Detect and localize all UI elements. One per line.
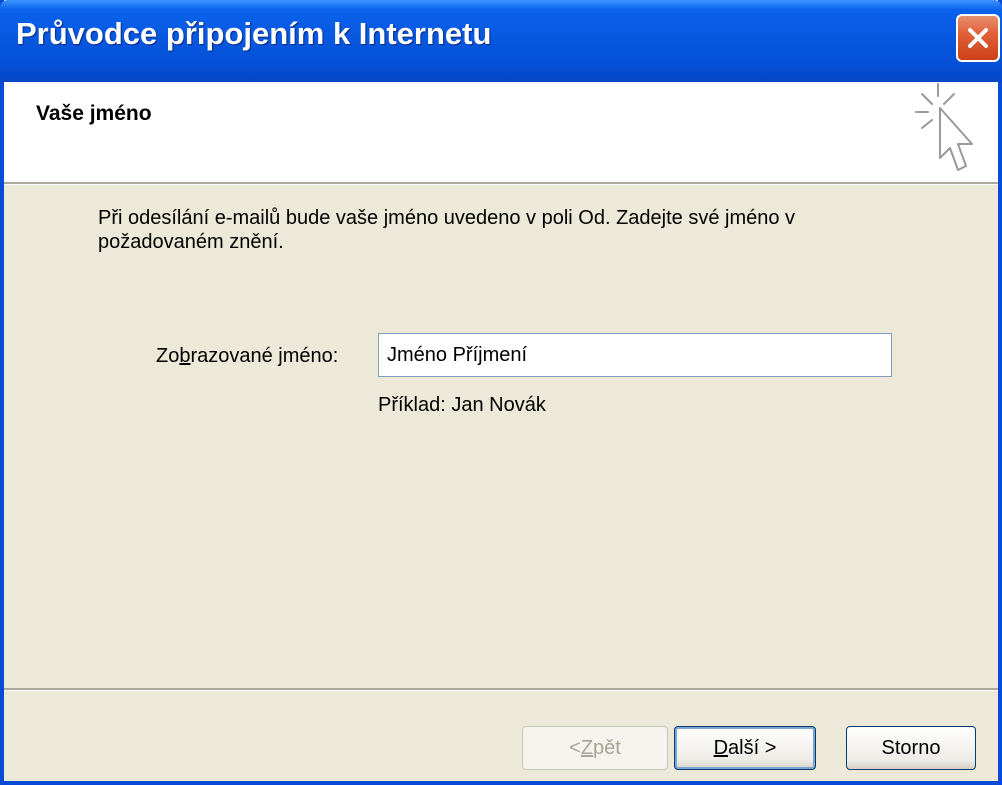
next-accelerator: D bbox=[713, 736, 729, 759]
example-text: Příklad: Jan Novák bbox=[378, 394, 546, 416]
back-label: pět bbox=[593, 736, 621, 759]
back-accelerator: Z bbox=[580, 736, 594, 759]
label-part: Zo bbox=[156, 345, 180, 367]
title-bar[interactable]: Průvodce připojením k Internetu bbox=[0, 0, 1002, 82]
display-name-label: Zobrazované jméno: bbox=[156, 345, 338, 368]
wizard-cursor-icon bbox=[915, 83, 973, 171]
cancel-button[interactable]: Storno bbox=[846, 726, 976, 770]
wizard-window: Průvodce připojením k Internetu Vaše jmé… bbox=[0, 0, 1002, 785]
footer-separator bbox=[4, 688, 998, 691]
back-label: < bbox=[569, 736, 581, 759]
next-label: alší > bbox=[728, 736, 777, 759]
next-button[interactable]: Další > bbox=[674, 726, 816, 770]
description-text: Při odesílání e-mailů bude vaše jméno uv… bbox=[98, 207, 796, 253]
label-part: razované jméno: bbox=[190, 345, 339, 367]
close-button[interactable] bbox=[956, 14, 1000, 62]
wizard-header: Vaše jméno bbox=[4, 82, 998, 182]
page-title: Vaše jméno bbox=[36, 102, 152, 125]
window-title: Průvodce připojením k Internetu bbox=[16, 16, 492, 51]
back-button[interactable]: < Zpět bbox=[522, 726, 668, 770]
close-icon bbox=[968, 28, 988, 48]
label-accelerator: b bbox=[179, 345, 191, 367]
display-name-input[interactable] bbox=[378, 333, 892, 377]
header-separator bbox=[4, 182, 998, 185]
